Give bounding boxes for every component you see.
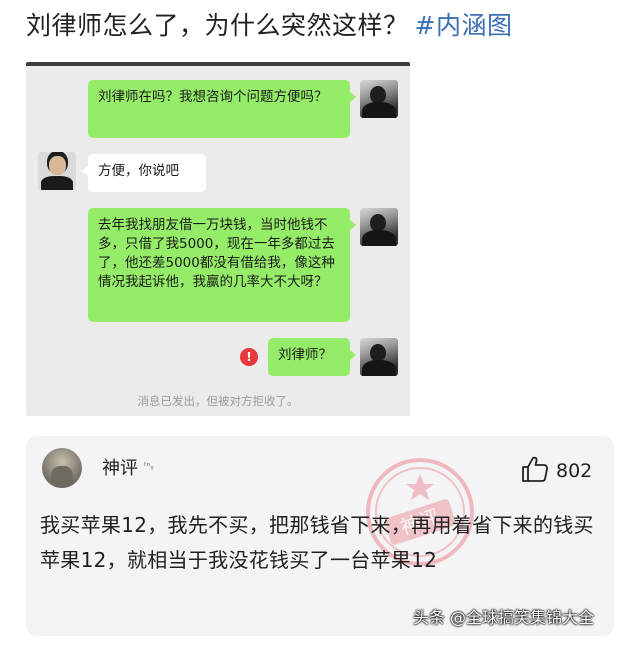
comment-text: 我买苹果12，我先不买，把那钱省下来，再用着省下来的钱买苹果12，就相当于我没花… <box>40 513 594 572</box>
post-title-text: 刘律师怎么了，为什么突然这样？ <box>26 11 409 40</box>
thumbs-up-icon[interactable] <box>520 454 550 484</box>
chat-message-sent: 去年我找朋友借一万块钱，当时他钱不多，只借了我5000，现在一年多都过去了，他还… <box>88 208 356 322</box>
like-count: 802 <box>556 460 593 482</box>
user-avatar <box>360 338 398 376</box>
chat-message-received: 方便，你说吧 <box>82 154 206 192</box>
chat-message-sent-failed: 刘律师？ <box>268 338 356 376</box>
chat-screenshot: 刘律师在吗？我想咨询个问题方便吗？ 方便，你说吧 去年我找朋友借一万块钱，当时他… <box>26 62 410 416</box>
post-title: 刘律师怎么了，为什么突然这样？ #内涵图 <box>26 8 512 44</box>
commenter-name[interactable]: 神评 <box>102 458 138 480</box>
chat-message-sent: 刘律师在吗？我想咨询个问题方便吗？ <box>88 80 356 138</box>
user-avatar <box>360 208 398 246</box>
top-comment-card: 神评 ᶠᵒᵧ 神评 802 我买苹果12，我先不买，把那钱省下来，再用着省下来的… <box>26 436 614 636</box>
commenter-avatar[interactable] <box>42 448 82 488</box>
failed-message-icon[interactable]: ! <box>240 348 258 366</box>
source-watermark: 头条 @全球搞笑集锦大全 <box>412 608 594 627</box>
user-avatar <box>360 80 398 118</box>
rejected-notice: 消息已发出，但被对方拒收了。 <box>137 394 299 408</box>
hashtag-link[interactable]: #内涵图 <box>415 11 513 40</box>
post-page: 刘律师怎么了，为什么突然这样？ #内涵图 刘律师在吗？我想咨询个问题方便吗？ 方便… <box>0 0 640 645</box>
commenter-name-mark: ᶠᵒᵧ <box>144 462 154 472</box>
lawyer-avatar <box>38 152 76 190</box>
